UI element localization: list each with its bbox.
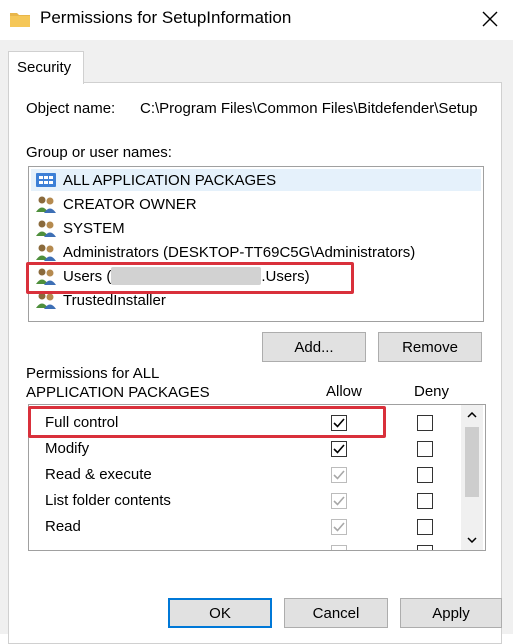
- list-item-label: CREATOR OWNER: [63, 195, 197, 213]
- allow-checkbox: [331, 493, 347, 509]
- tab-security-label: Security: [17, 59, 72, 76]
- scroll-up-button[interactable]: [461, 405, 483, 425]
- allow-checkbox: [331, 545, 347, 550]
- permissions-title: Permissions for ALL APPLICATION PACKAGES: [26, 364, 286, 402]
- perm-name: Modify: [45, 440, 90, 457]
- checkmark-icon: [333, 444, 345, 454]
- chevron-down-icon: [467, 537, 477, 543]
- object-name-value: C:\Program Files\Common Files\Bitdefende…: [140, 100, 478, 117]
- perm-row-list-folder-contents: List folder contents: [29, 489, 459, 515]
- cancel-button[interactable]: Cancel: [284, 598, 388, 628]
- close-button[interactable]: [467, 0, 513, 38]
- checkmark-icon: [333, 522, 345, 532]
- perm-name: Read & execute: [45, 466, 152, 483]
- perm-name: List folder contents: [45, 492, 171, 509]
- perm-row-read-execute: Read & execute: [29, 463, 459, 489]
- perm-name: Read: [45, 518, 81, 535]
- list-item-all-application-packages[interactable]: ALL APPLICATION PACKAGES: [31, 169, 481, 191]
- list-item-label: TrustedInstaller: [63, 291, 166, 309]
- perm-row-read: Read: [29, 515, 459, 541]
- checkmark-icon: [333, 496, 345, 506]
- deny-column-header: Deny: [414, 383, 450, 400]
- title-bar: Permissions for SetupInformation: [0, 0, 513, 40]
- add-button[interactable]: Add...: [262, 332, 366, 362]
- list-item-system[interactable]: SYSTEM: [35, 217, 125, 239]
- highlight-users: [26, 262, 354, 294]
- list-item-label: ALL APPLICATION PACKAGES: [63, 171, 277, 189]
- scroll-thumb[interactable]: [465, 427, 479, 497]
- deny-checkbox[interactable]: [417, 493, 433, 509]
- window-title: Permissions for SetupInformation: [40, 8, 292, 27]
- allow-checkbox: [331, 467, 347, 483]
- folder-icon: [10, 11, 30, 27]
- group-list-label: Group or user names:: [26, 144, 172, 161]
- remove-button[interactable]: Remove: [378, 332, 482, 362]
- users-icon: [35, 219, 57, 237]
- deny-checkbox[interactable]: [417, 415, 433, 431]
- allow-checkbox: [331, 519, 347, 535]
- object-name-label: Object name:: [26, 100, 116, 117]
- permissions-scrollbar[interactable]: [461, 405, 483, 550]
- highlight-full-control: [28, 406, 386, 438]
- close-icon: [482, 11, 498, 27]
- list-item-label: Administrators (DESKTOP-TT69C5G\Administ…: [63, 243, 416, 261]
- users-icon: [35, 195, 57, 213]
- deny-checkbox[interactable]: [417, 467, 433, 483]
- ok-button[interactable]: OK: [168, 598, 272, 628]
- group-user-list[interactable]: ALL APPLICATION PACKAGES CREATOR OWNER S…: [28, 166, 484, 322]
- list-item-label: SYSTEM: [63, 219, 125, 237]
- list-item-administrators[interactable]: Administrators (DESKTOP-TT69C5G\Administ…: [35, 241, 415, 263]
- perm-row-partial: [29, 541, 459, 550]
- allow-column-header: Allow: [326, 383, 362, 400]
- list-item-creator-owner[interactable]: CREATOR OWNER: [35, 193, 197, 215]
- permissions-title-line2: APPLICATION PACKAGES: [26, 384, 210, 401]
- checkmark-icon: [333, 470, 345, 480]
- allow-checkbox[interactable]: [331, 441, 347, 457]
- perm-row-modify: Modify: [29, 437, 459, 463]
- tab-security[interactable]: Security: [8, 51, 84, 84]
- deny-checkbox[interactable]: [417, 545, 433, 550]
- deny-checkbox[interactable]: [417, 519, 433, 535]
- chevron-up-icon: [467, 412, 477, 418]
- deny-checkbox[interactable]: [417, 441, 433, 457]
- users-icon: [35, 243, 57, 261]
- app-packages-icon: [35, 171, 57, 189]
- apply-button[interactable]: Apply: [400, 598, 502, 628]
- permissions-title-line1: Permissions for ALL: [26, 365, 160, 382]
- scroll-down-button[interactable]: [461, 530, 483, 550]
